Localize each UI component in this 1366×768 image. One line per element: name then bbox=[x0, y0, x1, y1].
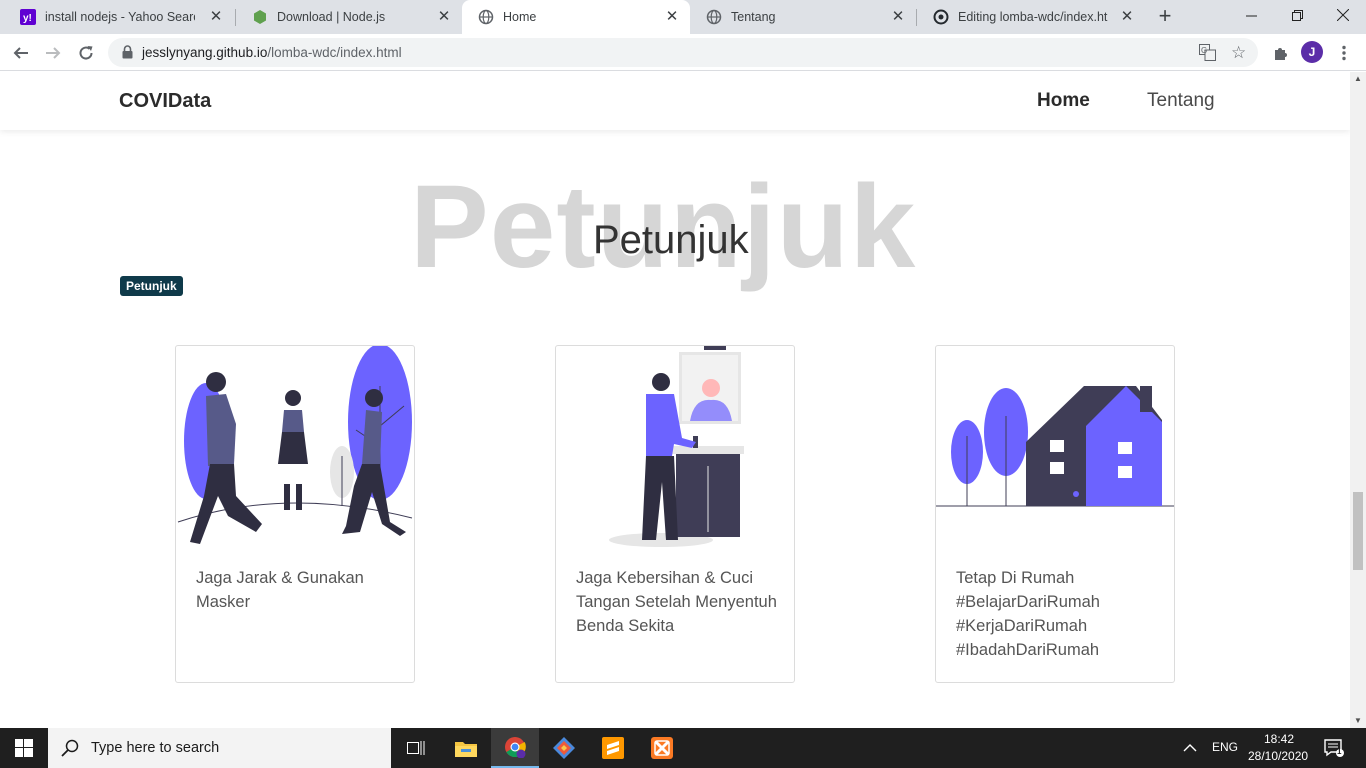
search-icon bbox=[61, 739, 79, 757]
new-tab-button[interactable]: + bbox=[1154, 5, 1176, 28]
tab-title: Editing lomba-wdc/index.html bbox=[958, 10, 1108, 24]
clock-date[interactable]: 28/10/2020 bbox=[1248, 749, 1308, 763]
tab-title: install nodejs - Yahoo Search R bbox=[45, 10, 195, 24]
guide-card-distancing: Jaga Jarak & Gunakan Masker bbox=[175, 345, 415, 683]
arrow-left-icon bbox=[13, 47, 28, 59]
page-scrollbar[interactable]: ▲ ▼ bbox=[1350, 72, 1366, 728]
reload-icon bbox=[79, 46, 93, 60]
social-distancing-illustration bbox=[177, 346, 413, 544]
close-icon[interactable]: ✕ bbox=[436, 9, 452, 25]
url-path: /lomba-wdc/index.html bbox=[267, 45, 402, 60]
handwashing-illustration bbox=[609, 346, 744, 547]
url-text: jesslynyang.github.io/lomba-wdc/index.ht… bbox=[142, 45, 402, 60]
restore-button[interactable] bbox=[1274, 0, 1320, 30]
chrome-icon bbox=[505, 737, 526, 758]
browser-toolbar: jesslynyang.github.io/lomba-wdc/index.ht… bbox=[0, 34, 1366, 71]
profile-avatar[interactable]: J bbox=[1301, 41, 1323, 63]
tab-yahoo-search[interactable]: y! install nodejs - Yahoo Search R ✕ bbox=[4, 0, 234, 34]
site-brand[interactable]: COVIData bbox=[119, 90, 211, 113]
sublime-text-icon bbox=[602, 737, 624, 759]
close-icon bbox=[1337, 9, 1349, 21]
arrow-right-icon bbox=[46, 47, 61, 59]
nodejs-icon bbox=[252, 9, 268, 25]
section-badge: Petunjuk bbox=[120, 276, 183, 296]
tab-strip: y! install nodejs - Yahoo Search R ✕ Dow… bbox=[0, 0, 1366, 34]
svg-text:y!: y! bbox=[23, 13, 32, 24]
guide-card-text: Tetap Di Rumah #BelajarDariRumah #KerjaD… bbox=[956, 569, 1100, 659]
puzzle-icon bbox=[1275, 48, 1287, 60]
kebab-menu-icon bbox=[1342, 45, 1346, 61]
taskbar-search-box[interactable]: Type here to search bbox=[48, 728, 391, 768]
windows-logo-icon bbox=[15, 739, 33, 757]
tab-home[interactable]: Home ✕ bbox=[462, 0, 690, 34]
tab-title: Download | Node.js bbox=[277, 10, 386, 24]
address-bar[interactable]: jesslynyang.github.io/lomba-wdc/index.ht… bbox=[108, 38, 1258, 67]
globe-icon bbox=[706, 9, 722, 25]
extensions-button[interactable] bbox=[1267, 40, 1293, 66]
scroll-down-arrow-icon[interactable]: ▼ bbox=[1350, 714, 1366, 728]
windows-taskbar: Type here to search ENG 18:42 28/10/2020… bbox=[0, 728, 1366, 768]
close-icon[interactable]: ✕ bbox=[1119, 9, 1135, 25]
taskbar-git-app[interactable] bbox=[540, 728, 588, 768]
minimize-button[interactable] bbox=[1228, 0, 1274, 30]
taskbar-xampp[interactable] bbox=[638, 728, 686, 768]
taskbar-chrome[interactable] bbox=[491, 728, 539, 768]
nav-link-tentang[interactable]: Tentang bbox=[1147, 90, 1215, 112]
start-button[interactable] bbox=[0, 728, 48, 768]
restore-icon bbox=[1291, 9, 1303, 21]
close-icon[interactable]: ✕ bbox=[664, 9, 680, 25]
yahoo-icon: y! bbox=[20, 9, 36, 25]
clock-time[interactable]: 18:42 bbox=[1264, 732, 1294, 746]
close-icon[interactable]: ✕ bbox=[890, 9, 906, 25]
github-icon bbox=[933, 9, 949, 25]
git-app-icon bbox=[553, 737, 575, 759]
translate-icon[interactable]: G bbox=[1199, 44, 1216, 66]
tab-tentang[interactable]: Tentang ✕ bbox=[690, 0, 916, 34]
taskbar-file-explorer[interactable] bbox=[442, 728, 490, 768]
page-viewport: COVIData Home Tentang Petunjuk Petunjuk … bbox=[0, 72, 1350, 728]
tab-title: Home bbox=[503, 10, 537, 24]
globe-icon bbox=[478, 9, 494, 25]
nav-link-home[interactable]: Home bbox=[1037, 90, 1090, 112]
tab-title: Tentang bbox=[731, 10, 776, 24]
tab-nodejs-download[interactable]: Download | Node.js ✕ bbox=[236, 0, 462, 34]
xampp-icon bbox=[651, 737, 673, 759]
close-window-button[interactable] bbox=[1320, 0, 1366, 30]
task-view-icon bbox=[407, 741, 425, 755]
guide-card-text: Jaga Kebersihan & Cuci Tangan Setelah Me… bbox=[576, 569, 777, 635]
taskbar-search-placeholder: Type here to search bbox=[91, 740, 220, 756]
action-center-button[interactable]: 1 bbox=[1324, 739, 1344, 762]
forward-button[interactable] bbox=[40, 40, 66, 66]
lock-icon bbox=[122, 45, 133, 59]
back-button[interactable] bbox=[8, 40, 34, 66]
site-navbar: COVIData Home Tentang bbox=[0, 72, 1350, 130]
url-host: jesslynyang.github.io bbox=[142, 45, 268, 60]
close-icon[interactable]: ✕ bbox=[208, 9, 224, 25]
scroll-up-arrow-icon[interactable]: ▲ bbox=[1350, 72, 1366, 86]
guide-card-stay-home: Tetap Di Rumah #BelajarDariRumah #KerjaD… bbox=[935, 345, 1175, 683]
notification-count: 1 bbox=[1337, 747, 1342, 756]
tray-chevron-up-icon[interactable] bbox=[1183, 740, 1197, 758]
guide-card-text: Jaga Jarak & Gunakan Masker bbox=[196, 569, 364, 611]
star-icon[interactable]: ☆ bbox=[1231, 43, 1246, 63]
language-indicator[interactable]: ENG bbox=[1212, 740, 1238, 754]
scrollbar-thumb[interactable] bbox=[1353, 492, 1363, 570]
minimize-icon bbox=[1245, 15, 1257, 16]
task-view-button[interactable] bbox=[392, 728, 440, 768]
reload-button[interactable] bbox=[73, 40, 99, 66]
menu-button[interactable] bbox=[1331, 40, 1357, 66]
svg-text:G: G bbox=[1201, 46, 1207, 55]
taskbar-sublime-text[interactable] bbox=[589, 728, 637, 768]
section-title: Petunjuk bbox=[593, 218, 749, 262]
tab-github-editing[interactable]: Editing lomba-wdc/index.html ✕ bbox=[917, 0, 1145, 34]
guide-card-handwashing: Jaga Kebersihan & Cuci Tangan Setelah Me… bbox=[555, 345, 795, 683]
folder-icon bbox=[455, 742, 477, 757]
stay-home-illustration bbox=[936, 386, 1174, 507]
